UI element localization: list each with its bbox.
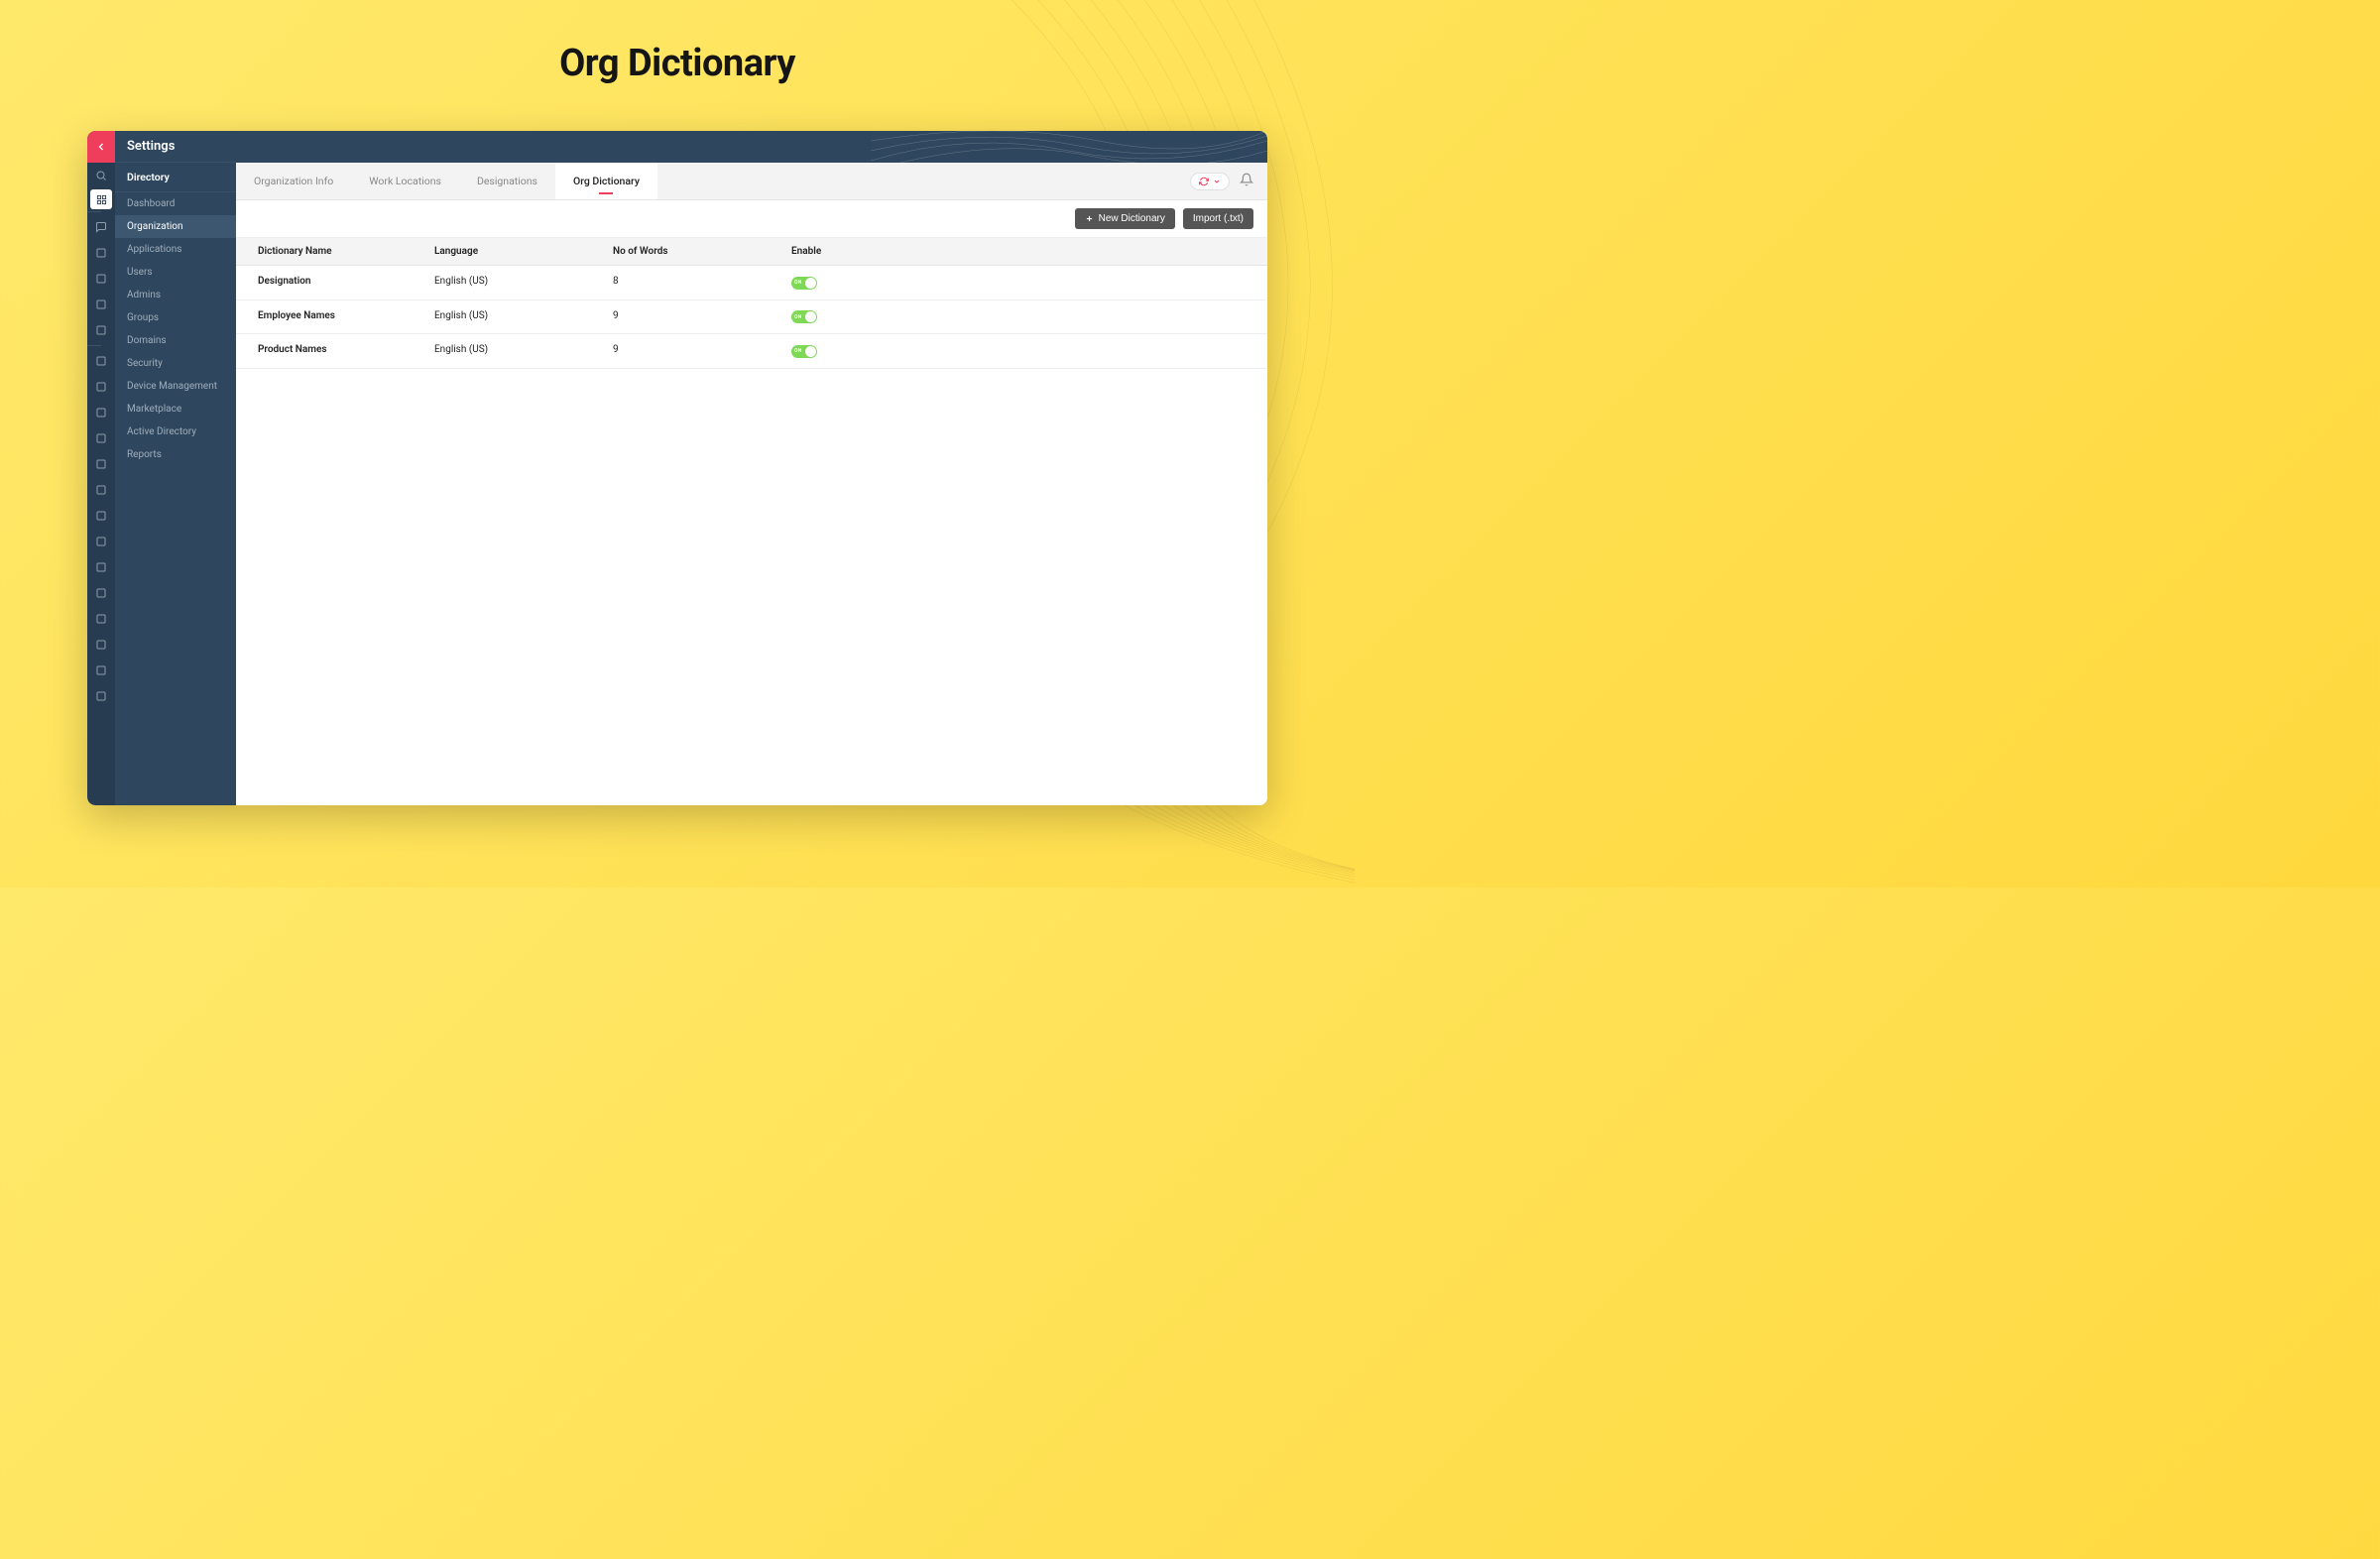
col-header-words: No of Words bbox=[613, 246, 791, 257]
rail-bag-icon[interactable] bbox=[87, 503, 115, 529]
rail-screen-icon[interactable] bbox=[87, 606, 115, 632]
enable-toggle[interactable]: ON bbox=[791, 277, 817, 290]
toggle-label: ON bbox=[794, 280, 802, 286]
cell-words: 8 bbox=[613, 276, 791, 290]
table-row[interactable]: Employee NamesEnglish (US)9ON bbox=[236, 300, 1267, 335]
rail-users-icon[interactable] bbox=[87, 317, 115, 343]
icon-rail bbox=[87, 131, 115, 805]
cell-name: Designation bbox=[236, 276, 434, 290]
enable-toggle[interactable]: ON bbox=[791, 345, 817, 358]
chevron-down-icon bbox=[1213, 178, 1221, 185]
tab-org-dictionary[interactable]: Org Dictionary bbox=[555, 163, 657, 199]
sidebar-item-domains[interactable]: Domains bbox=[115, 329, 236, 352]
new-dictionary-button[interactable]: New Dictionary bbox=[1075, 208, 1175, 229]
cell-name: Product Names bbox=[236, 344, 434, 358]
sidebar-item-users[interactable]: Users bbox=[115, 261, 236, 284]
rail-hand-icon[interactable] bbox=[87, 348, 115, 374]
rail-puzzle-icon[interactable] bbox=[87, 529, 115, 554]
back-button[interactable] bbox=[87, 131, 115, 163]
rail-divider bbox=[87, 345, 101, 346]
page-heading: Org Dictionary bbox=[0, 0, 1355, 85]
top-bar bbox=[236, 131, 1267, 163]
tab-work-locations[interactable]: Work Locations bbox=[351, 163, 459, 199]
sidebar-item-dashboard[interactable]: Dashboard bbox=[115, 192, 236, 215]
app-window: Settings Directory DashboardOrganization… bbox=[87, 131, 1267, 805]
table-header: Dictionary Name Language No of Words Ena… bbox=[236, 238, 1267, 266]
toggle-knob bbox=[805, 311, 816, 322]
sidebar-item-groups[interactable]: Groups bbox=[115, 306, 236, 329]
new-dictionary-label: New Dictionary bbox=[1099, 213, 1165, 224]
bell-icon bbox=[1240, 173, 1253, 186]
cell-words: 9 bbox=[613, 344, 791, 358]
rail-box-icon[interactable] bbox=[87, 425, 115, 451]
sidebar-section-directory: Directory bbox=[115, 163, 236, 192]
tab-designations[interactable]: Designations bbox=[459, 163, 555, 199]
sidebar-item-active-directory[interactable]: Active Directory bbox=[115, 420, 236, 443]
sidebar: Settings Directory DashboardOrganization… bbox=[115, 131, 236, 805]
sidebar-item-organization[interactable]: Organization bbox=[115, 215, 236, 238]
tabs-bar: Organization InfoWork LocationsDesignati… bbox=[236, 163, 1267, 200]
sidebar-item-security[interactable]: Security bbox=[115, 352, 236, 375]
sidebar-item-reports[interactable]: Reports bbox=[115, 443, 236, 466]
main-content: Organization InfoWork LocationsDesignati… bbox=[236, 131, 1267, 805]
cell-name: Employee Names bbox=[236, 310, 434, 324]
rail-pizza-icon[interactable] bbox=[87, 400, 115, 425]
rail-campaign-icon[interactable] bbox=[87, 451, 115, 477]
settings-title: Settings bbox=[115, 131, 236, 163]
actions-bar: New Dictionary Import (.txt) bbox=[236, 200, 1267, 238]
col-header-enable: Enable bbox=[791, 246, 940, 257]
table-row[interactable]: Product NamesEnglish (US)9ON bbox=[236, 334, 1267, 369]
col-header-language: Language bbox=[434, 246, 613, 257]
rail-document-icon[interactable] bbox=[87, 477, 115, 503]
rail-folder-icon[interactable] bbox=[87, 580, 115, 606]
toggle-label: ON bbox=[794, 348, 802, 354]
import-label: Import (.txt) bbox=[1193, 213, 1244, 224]
arrow-left-icon bbox=[95, 141, 107, 153]
rail-stats-icon[interactable] bbox=[87, 266, 115, 292]
import-button[interactable]: Import (.txt) bbox=[1183, 208, 1253, 229]
rail-divider bbox=[87, 211, 101, 212]
rail-chat-icon[interactable] bbox=[87, 214, 115, 240]
sidebar-item-device-management[interactable]: Device Management bbox=[115, 375, 236, 398]
rail-cart-icon[interactable] bbox=[87, 683, 115, 709]
enable-toggle[interactable]: ON bbox=[791, 310, 817, 323]
cell-language: English (US) bbox=[434, 344, 613, 358]
plus-icon bbox=[1085, 214, 1094, 223]
table-row[interactable]: DesignationEnglish (US)8ON bbox=[236, 266, 1267, 300]
cell-language: English (US) bbox=[434, 276, 613, 290]
col-header-name: Dictionary Name bbox=[236, 246, 434, 257]
rail-search-icon[interactable] bbox=[87, 163, 115, 188]
cell-enable: ON bbox=[791, 344, 940, 358]
cell-words: 9 bbox=[613, 310, 791, 324]
toggle-knob bbox=[805, 346, 816, 357]
cell-language: English (US) bbox=[434, 310, 613, 324]
rail-shield-icon[interactable] bbox=[87, 374, 115, 400]
rail-note-icon[interactable] bbox=[87, 658, 115, 683]
cell-enable: ON bbox=[791, 276, 940, 290]
cell-enable: ON bbox=[791, 310, 940, 324]
rail-bolt-icon[interactable] bbox=[87, 632, 115, 658]
refresh-icon bbox=[1199, 177, 1209, 186]
top-bar-decoration bbox=[871, 131, 1267, 163]
toggle-label: ON bbox=[794, 314, 802, 320]
sidebar-item-applications[interactable]: Applications bbox=[115, 238, 236, 261]
tab-organization-info[interactable]: Organization Info bbox=[236, 163, 351, 199]
rail-apps-icon[interactable] bbox=[90, 189, 112, 209]
refresh-dropdown[interactable] bbox=[1190, 173, 1230, 190]
sidebar-item-marketplace[interactable]: Marketplace bbox=[115, 398, 236, 420]
rail-mail-icon[interactable] bbox=[87, 240, 115, 266]
rail-tag-icon[interactable] bbox=[87, 554, 115, 580]
rail-chart-icon[interactable] bbox=[87, 292, 115, 317]
sidebar-item-admins[interactable]: Admins bbox=[115, 284, 236, 306]
toggle-knob bbox=[805, 278, 816, 289]
notifications-button[interactable] bbox=[1240, 172, 1253, 190]
